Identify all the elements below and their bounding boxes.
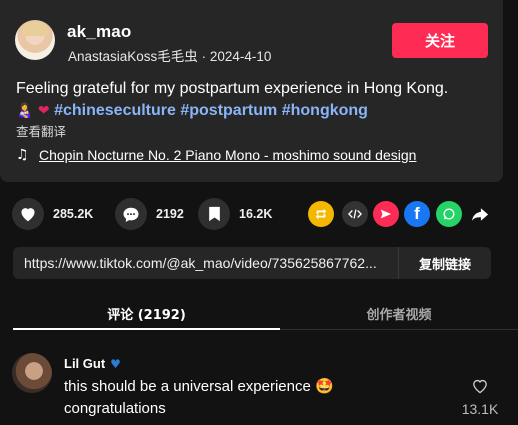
tab-comments[interactable]: 评论 (2192): [13, 296, 280, 330]
heart-icon: [12, 198, 44, 230]
share-link-bar: https://www.tiktok.com/@ak_mao/video/735…: [13, 247, 491, 279]
tab-creator-videos[interactable]: 创作者视频: [280, 296, 518, 330]
embed-icon[interactable]: [342, 201, 368, 227]
commenter-name-row: Lil Gut ♥: [64, 356, 121, 371]
send-icon[interactable]: [373, 201, 399, 227]
active-tab-indicator: [13, 328, 280, 330]
repost-icon[interactable]: [308, 201, 334, 227]
hashtag-hongkong[interactable]: #hongkong: [282, 102, 368, 119]
share-arrow-icon[interactable]: [467, 201, 493, 227]
woman-feeding-baby-emoji: 👩‍🍼: [16, 103, 34, 119]
author-username[interactable]: ak_mao: [67, 22, 132, 42]
music-note-icon: ♫: [16, 147, 29, 163]
subline-separator: ·: [197, 49, 210, 64]
comment-icon: [115, 198, 147, 230]
comment-line-1: this should be a universal experience 🤩: [64, 378, 334, 395]
post-card: ak_mao AnastasiaKoss毛毛虫 · 2024-4-10 关注 F…: [0, 0, 503, 182]
translate-link[interactable]: 查看翻译: [16, 121, 66, 140]
music-link[interactable]: Chopin Nocturne No. 2 Piano Mono - moshi…: [39, 147, 416, 163]
tab-bar: 评论 (2192) 创作者视频: [13, 296, 518, 330]
save-button[interactable]: 16.2K: [198, 198, 272, 230]
comment-item: Lil Gut ♥ this should be a universal exp…: [12, 352, 512, 422]
comment-count: 2192: [156, 207, 184, 221]
video-link-field[interactable]: https://www.tiktok.com/@ak_mao/video/735…: [13, 247, 399, 279]
blue-heart-icon: ♥: [110, 356, 121, 371]
comment-line-2: congratulations: [64, 400, 166, 417]
copy-link-button[interactable]: 复制链接: [399, 247, 491, 279]
commenter-name[interactable]: Lil Gut: [64, 356, 105, 371]
comment-text: this should be a universal experience 🤩 …: [64, 376, 444, 420]
comment-like-count: 13.1K: [461, 401, 499, 417]
post-date: 2024-4-10: [209, 49, 272, 64]
hashtag-postpartum[interactable]: #postpartum: [180, 102, 277, 119]
like-button[interactable]: 285.2K: [12, 198, 93, 230]
follow-button[interactable]: 关注: [392, 23, 488, 58]
comment-button[interactable]: 2192: [115, 198, 184, 230]
facebook-icon[interactable]: f: [404, 201, 430, 227]
whatsapp-icon[interactable]: [436, 201, 462, 227]
action-bar: 285.2K 2192 16.2K f: [12, 198, 507, 230]
hashtag-chineseculture[interactable]: #chineseculture: [54, 102, 176, 119]
save-count: 16.2K: [239, 207, 273, 221]
heart-outline-icon: [471, 378, 489, 399]
music-row: ♫ Chopin Nocturne No. 2 Piano Mono - mos…: [16, 147, 416, 163]
like-count: 285.2K: [53, 207, 94, 221]
post-caption: Feeling grateful for my postpartum exper…: [16, 78, 486, 122]
commenter-avatar[interactable]: [12, 353, 52, 393]
caption-text: Feeling grateful for my postpartum exper…: [16, 80, 449, 97]
comment-like-button[interactable]: 13.1K: [460, 378, 500, 417]
author-subline: AnastasiaKoss毛毛虫 · 2024-4-10: [68, 45, 271, 65]
red-heart-emoji: ❤: [37, 103, 50, 119]
author-display-name[interactable]: AnastasiaKoss毛毛虫: [68, 49, 198, 64]
bookmark-icon: [198, 198, 230, 230]
author-avatar[interactable]: [15, 20, 55, 60]
